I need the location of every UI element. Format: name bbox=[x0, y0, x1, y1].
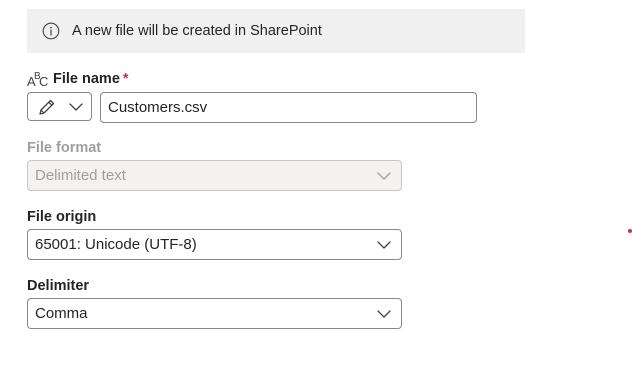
chevron-down-icon bbox=[377, 310, 391, 318]
svg-text:C: C bbox=[39, 74, 48, 89]
file-origin-label: File origin bbox=[27, 209, 97, 225]
file-name-input[interactable] bbox=[100, 92, 477, 123]
file-origin-value: 65001: Unicode (UTF-8) bbox=[35, 236, 197, 253]
required-asterisk: * bbox=[122, 71, 129, 87]
info-message-bar: A new file will be created in SharePoint bbox=[27, 9, 525, 53]
chevron-down-icon bbox=[377, 241, 391, 249]
file-name-label: File name * bbox=[53, 70, 129, 88]
info-message-text: A new file will be created in SharePoint bbox=[72, 23, 322, 39]
marker-dot bbox=[628, 229, 632, 233]
file-name-label-text: File name bbox=[53, 71, 120, 87]
delimiter-dropdown[interactable]: Comma bbox=[27, 298, 402, 329]
abc-text-icon: A B C bbox=[27, 71, 48, 89]
file-origin-dropdown[interactable]: 65001: Unicode (UTF-8) bbox=[27, 229, 402, 260]
delimiter-label: Delimiter bbox=[27, 278, 90, 294]
input-mode-select[interactable] bbox=[27, 92, 92, 121]
file-format-label: File format bbox=[27, 140, 102, 156]
file-format-value: Delimited text bbox=[35, 167, 126, 184]
pencil-icon bbox=[39, 99, 55, 115]
chevron-down-icon bbox=[69, 103, 83, 111]
file-format-dropdown: Delimited text bbox=[27, 160, 402, 191]
delimiter-value: Comma bbox=[35, 305, 88, 322]
chevron-down-icon bbox=[377, 172, 391, 180]
info-icon bbox=[42, 22, 60, 40]
